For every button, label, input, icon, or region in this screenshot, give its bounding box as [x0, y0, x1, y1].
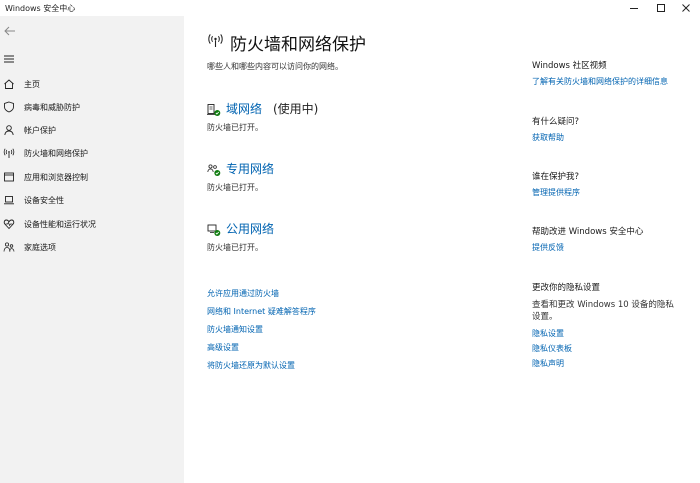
- domain-network-link[interactable]: 域网络: [226, 100, 262, 117]
- community-videos-heading: Windows 社区视频: [532, 61, 607, 71]
- public-network-link[interactable]: 公用网络: [226, 220, 274, 237]
- title-bar: Windows 安全中心: [0, 0, 700, 16]
- maximize-button[interactable]: [647, 0, 675, 16]
- private-network-link[interactable]: 专用网络: [226, 160, 274, 177]
- heart-icon: [3, 219, 15, 230]
- domain-network-section: 域网络 (使用中) 防火墙已打开。: [207, 100, 507, 136]
- get-help-link[interactable]: 获取帮助: [532, 132, 564, 143]
- sidebar-item-label: 应用和浏览器控制: [24, 173, 88, 182]
- sidebar-item-virus-protection[interactable]: 病毒和威胁防护: [0, 97, 184, 117]
- laptop-icon: [4, 196, 14, 205]
- minimize-icon: [630, 8, 638, 9]
- privacy-dashboard-link[interactable]: 隐私仪表板: [532, 343, 572, 354]
- question-heading: 有什么疑问?: [532, 117, 580, 127]
- give-feedback-link[interactable]: 提供反馈: [532, 242, 564, 253]
- shield-icon: [4, 101, 14, 113]
- improve-security-heading: 帮助改进 Windows 安全中心: [532, 227, 644, 237]
- network-status: 防火墙已打开。: [207, 183, 263, 192]
- sidebar-item-label: 设备安全性: [24, 196, 64, 205]
- sidebar-item-label: 主页: [24, 80, 40, 89]
- antenna-icon: [208, 34, 223, 47]
- public-network-icon: [207, 224, 221, 236]
- page-subtitle: 哪些人和哪些内容可以访问你的网络。: [207, 62, 343, 71]
- sidebar-item-label: 防火墙和网络保护: [24, 149, 88, 158]
- home-icon: [4, 79, 14, 89]
- close-icon: [682, 4, 690, 12]
- network-troubleshooter-link[interactable]: 网络和 Internet 疑难解答程序: [207, 306, 316, 317]
- page-title: 防火墙和网络保护: [230, 35, 366, 55]
- sidebar: 主页 病毒和威胁防护 帐户保护 防火墙和网络保护 应用和浏览器控制 设备安全性 …: [0, 16, 184, 483]
- back-arrow-icon: [4, 26, 15, 36]
- sidebar-item-family-options[interactable]: 家庭选项: [0, 237, 184, 257]
- allow-app-through-firewall-link[interactable]: 允许应用通过防火墙: [207, 288, 279, 299]
- antenna-icon: [3, 148, 15, 158]
- network-status: 防火墙已打开。: [207, 243, 263, 252]
- network-in-use-label: (使用中): [273, 102, 319, 116]
- sidebar-item-label: 病毒和威胁防护: [24, 103, 80, 112]
- window-title: Windows 安全中心: [5, 4, 76, 13]
- network-status: 防火墙已打开。: [207, 123, 263, 132]
- sidebar-item-label: 帐户保护: [24, 126, 56, 135]
- hamburger-icon: [4, 55, 14, 63]
- who-protects-heading: 谁在保护我?: [532, 172, 580, 182]
- app-window-icon: [4, 172, 14, 182]
- app-window: Windows 安全中心 主页 病毒和威胁防护 帐户保护 防火墙和网络保护 应用…: [0, 0, 700, 483]
- sidebar-item-app-browser-control[interactable]: 应用和浏览器控制: [0, 167, 184, 187]
- domain-network-icon: [207, 104, 221, 116]
- back-button[interactable]: [3, 23, 17, 37]
- firewall-notification-settings-link[interactable]: 防火墙通知设置: [207, 324, 263, 335]
- close-button[interactable]: [672, 0, 700, 16]
- privacy-statement-link[interactable]: 隐私声明: [532, 358, 564, 369]
- privacy-settings-heading: 更改你的隐私设置: [532, 283, 601, 293]
- private-network-icon: [207, 164, 221, 176]
- private-network-section: 专用网络 防火墙已打开。: [207, 160, 507, 196]
- sidebar-item-home[interactable]: 主页: [0, 74, 184, 94]
- person-icon: [4, 125, 14, 136]
- minimize-button[interactable]: [620, 0, 648, 16]
- advanced-settings-link[interactable]: 高级设置: [207, 342, 239, 353]
- main-content: 防火墙和网络保护 哪些人和哪些内容可以访问你的网络。 域网络 (使用中) 防火墙…: [184, 16, 700, 483]
- public-network-section: 公用网络 防火墙已打开。: [207, 220, 507, 256]
- sidebar-item-account-protection[interactable]: 帐户保护: [0, 120, 184, 140]
- privacy-description: 查看和更改 Windows 10 设备的隐私设置。: [532, 300, 674, 322]
- menu-button[interactable]: [3, 50, 17, 63]
- learn-more-firewall-link[interactable]: 了解有关防火墙和网络保护的详细信息: [532, 76, 668, 87]
- family-icon: [3, 242, 15, 252]
- sidebar-item-label: 家庭选项: [24, 243, 56, 252]
- maximize-icon: [657, 4, 665, 12]
- sidebar-item-device-security[interactable]: 设备安全性: [0, 190, 184, 210]
- sidebar-item-device-health[interactable]: 设备性能和运行状况: [0, 214, 184, 234]
- sidebar-item-firewall[interactable]: 防火墙和网络保护: [0, 143, 184, 163]
- privacy-settings-link[interactable]: 隐私设置: [532, 328, 564, 339]
- restore-firewall-defaults-link[interactable]: 将防火墙还原为默认设置: [207, 360, 295, 371]
- manage-providers-link[interactable]: 管理提供程序: [532, 187, 580, 198]
- sidebar-item-label: 设备性能和运行状况: [24, 220, 96, 229]
